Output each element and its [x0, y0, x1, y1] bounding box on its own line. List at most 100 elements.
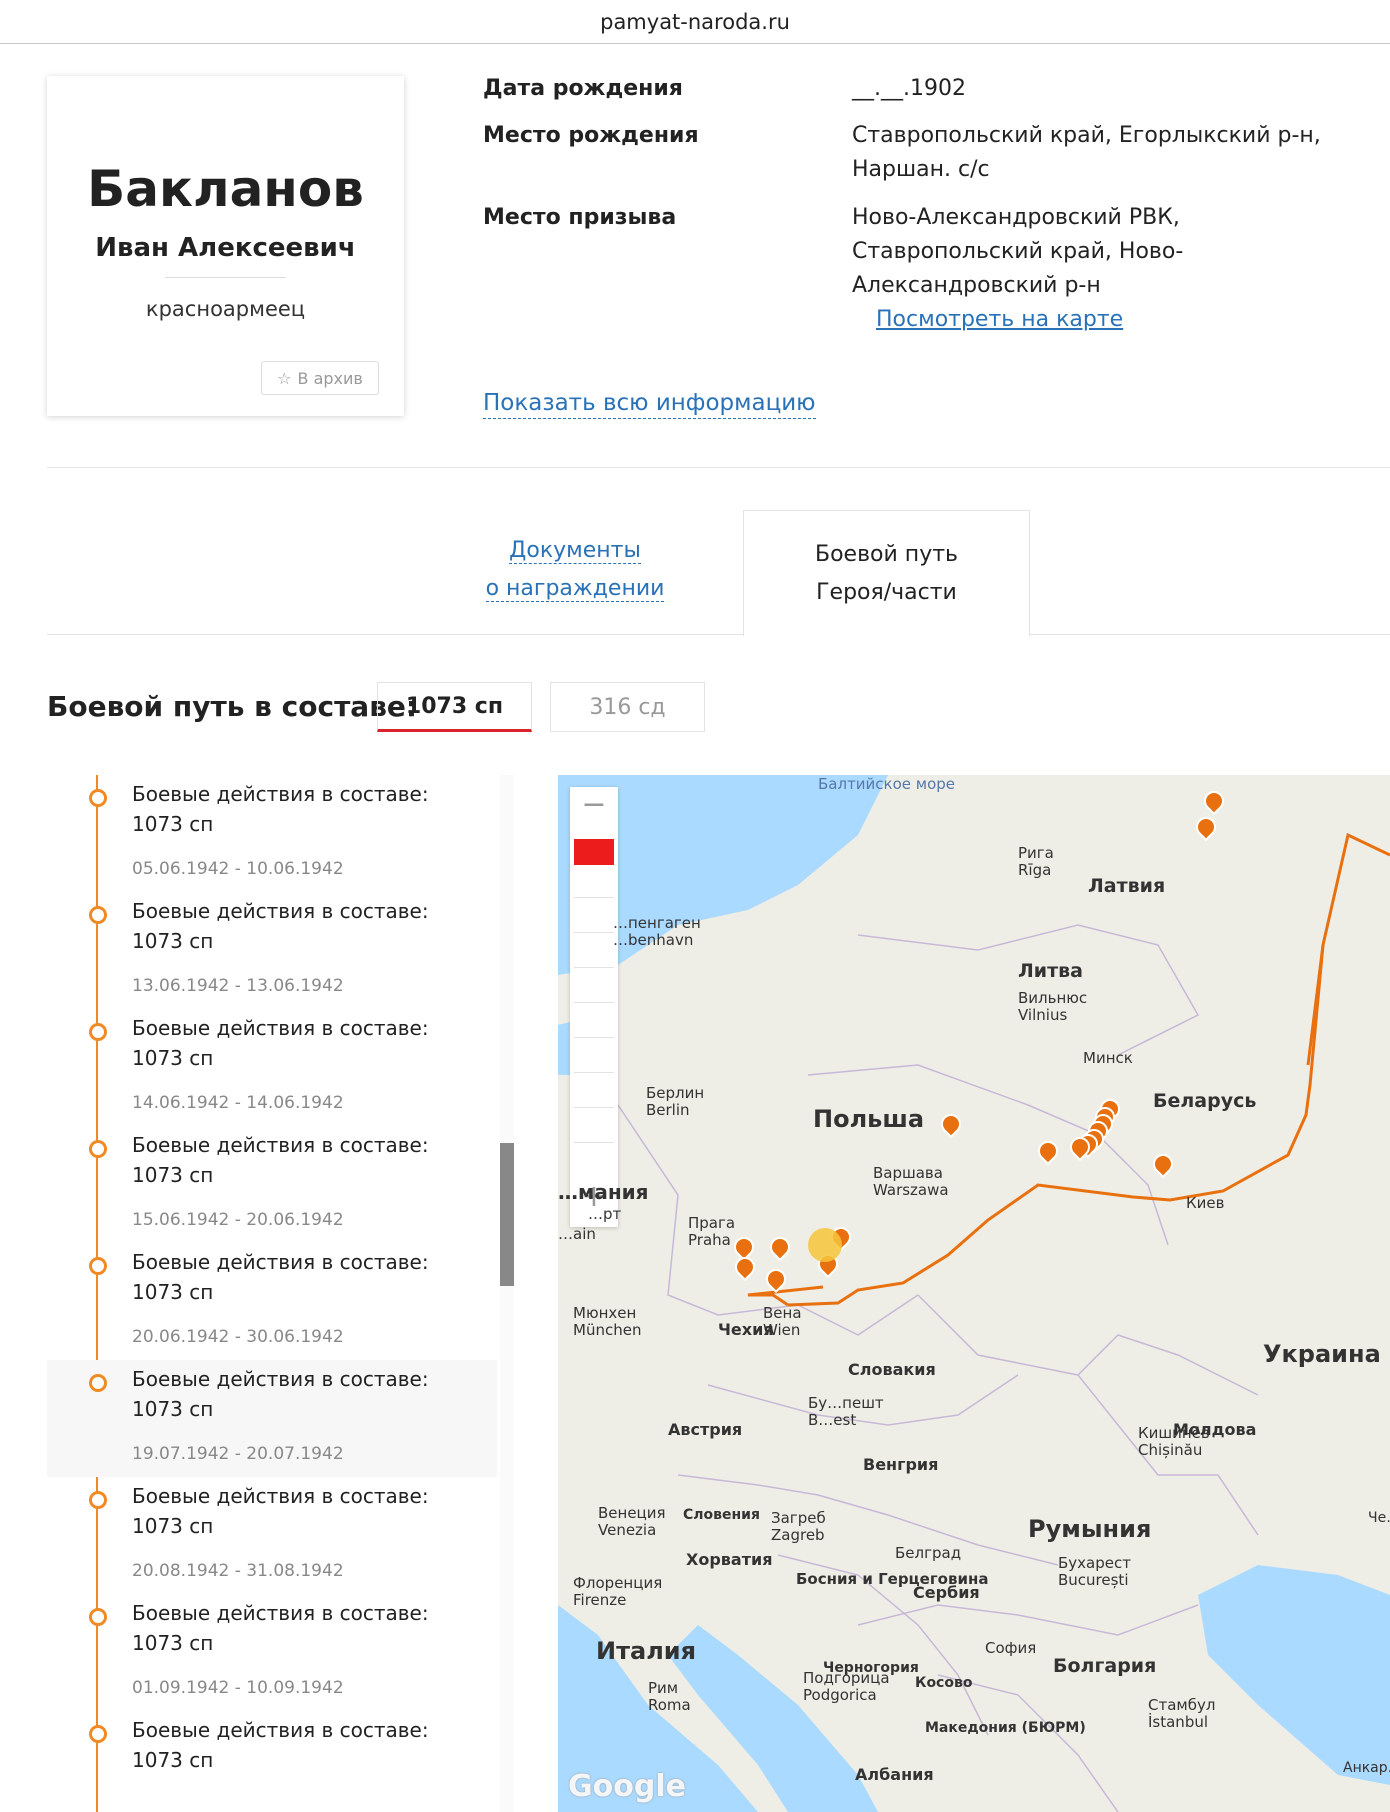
map-partial-label: Анкар… [1343, 1760, 1390, 1776]
timeline-item-dates: 05.06.1942 - 10.06.1942 [132, 859, 344, 879]
zoom-segment[interactable] [574, 967, 614, 968]
view-on-map-link[interactable]: Посмотреть на карте [852, 307, 1123, 332]
date-from: 05.06.1942 [132, 859, 230, 879]
marker-cluster-icon[interactable] [808, 1228, 842, 1262]
map-city-label: Вильнюс Vilnius [1018, 989, 1088, 1024]
timeline-item[interactable]: Боевые действия в составе: 1073 сп [47, 1711, 497, 1812]
map-city-label: Подгорица Podgorica [803, 1669, 890, 1704]
section-divider [47, 467, 1390, 468]
combat-path-label: Боевой путь в составе: [47, 690, 418, 723]
timeline-item-dates: 19.07.1942 - 20.07.1942 [132, 1444, 344, 1464]
timeline-item-dates: 01.09.1942 - 10.09.1942 [132, 1678, 344, 1698]
map-country-label: Албания [855, 1765, 934, 1784]
tabs-baseline [47, 634, 1390, 635]
map-city-label: Берлин Berlin [646, 1084, 705, 1119]
tab-combat-path[interactable]: Боевой путь Героя/части [743, 510, 1030, 636]
map-city-label: София [985, 1639, 1037, 1657]
timeline-item[interactable]: Боевые действия в составе: 1073 сп 20.06.… [47, 1243, 497, 1360]
timeline-dot [89, 1140, 107, 1158]
date-to: 30.06.1942 [246, 1327, 344, 1347]
browser-url-bar[interactable]: pamyat-naroda.ru [0, 0, 1390, 44]
timeline-dot [89, 906, 107, 924]
draft-place-text: Ново-Александровский РВК, Ставропольский… [852, 205, 1184, 298]
star-icon: ☆ [277, 368, 292, 388]
timeline-item-dates: 20.08.1942 - 31.08.1942 [132, 1561, 344, 1581]
unit-button-316[interactable]: 316 сд [550, 682, 705, 732]
map-city-label: Мюнхен München [573, 1304, 642, 1339]
map-country-label: Румыния [1028, 1515, 1152, 1543]
map-partial-label: Че… [1368, 1510, 1390, 1526]
map-city-label: Кишинёв Chișinău [1138, 1424, 1210, 1459]
zoom-segment[interactable] [574, 932, 614, 933]
archive-button[interactable]: ☆ В архив [261, 361, 379, 395]
map-country-label: Польша [813, 1105, 925, 1133]
map-country-label: Словакия [848, 1360, 936, 1379]
map-country-label: Литва [1018, 960, 1083, 982]
date-from: 20.08.1942 [132, 1561, 230, 1581]
date-from: 14.06.1942 [132, 1093, 230, 1113]
zoom-segment[interactable] [574, 1072, 614, 1073]
birth-date-label: Дата рождения [483, 76, 683, 101]
unit-button-1073[interactable]: 1073 сп [377, 682, 532, 732]
date-to: 14.06.1942 [246, 1093, 344, 1113]
map-country-label: Македония (БЮРМ) [925, 1720, 1086, 1736]
google-attribution: Google [568, 1769, 686, 1804]
timeline-item-title: Боевые действия в составе: 1073 сп [132, 782, 429, 836]
map-city-label: Стамбул İstanbul [1148, 1696, 1216, 1731]
timeline-item[interactable]: Боевые действия в составе: 1073 сп 15.06.… [47, 1126, 497, 1243]
date-to: 20.06.1942 [246, 1210, 344, 1230]
map-zoom-control[interactable]: − + [570, 787, 618, 1227]
zoom-segment[interactable] [574, 1107, 614, 1108]
timeline-item-title: Боевые действия в составе: 1073 сп [132, 1016, 429, 1070]
map-city-label: Белград [895, 1544, 962, 1562]
tab-combat-path-line2: Героя/части [816, 579, 957, 605]
timeline-item[interactable]: Боевые действия в составе: 1073 сп 14.06.… [47, 1009, 497, 1126]
map-city-label: Вена Wien [763, 1304, 802, 1339]
birth-place-label: Место рождения [483, 123, 699, 148]
zoom-level-indicator [574, 839, 614, 865]
date-from: 13.06.1942 [132, 976, 230, 996]
timeline-item-title: Боевые действия в составе: 1073 сп [132, 899, 429, 953]
timeline-item[interactable]: Боевые действия в составе: 1073 сп 01.09.… [47, 1594, 497, 1711]
zoom-segment[interactable] [574, 1037, 614, 1038]
timeline-dot [89, 1374, 107, 1392]
map-partial-label: Балтийское море [818, 775, 956, 793]
timeline-item[interactable]: Боевые действия в составе: 1073 сп 19.07.… [47, 1360, 497, 1477]
show-all-info-link[interactable]: Показать всю информацию [483, 388, 816, 419]
zoom-out-button[interactable]: − [570, 787, 618, 822]
zoom-segment[interactable] [574, 1002, 614, 1003]
combat-path-map[interactable]: − + Латвия Литва Беларусь Польша Украина Чехи… [558, 775, 1390, 1812]
date-to: 31.08.1942 [246, 1561, 344, 1581]
map-partial-label: …рт [588, 1205, 622, 1223]
zoom-segment[interactable] [574, 897, 614, 898]
map-city-label: Бу…пешт B…est [808, 1394, 884, 1429]
person-surname: Бакланов [87, 160, 364, 218]
date-from: 01.09.1942 [132, 1678, 230, 1698]
timeline-list: Боевые действия в составе: 1073 сп 05.06.… [47, 775, 517, 1812]
timeline-item[interactable]: Боевые действия в составе: 1073 сп 05.06.… [47, 775, 497, 892]
zoom-segment[interactable] [574, 1142, 614, 1143]
timeline-item[interactable]: Боевые действия в составе: 1073 сп 20.08.… [47, 1477, 497, 1594]
tab-award-documents-line2: о награждении [485, 576, 665, 602]
date-to: 13.06.1942 [246, 976, 344, 996]
map-city-label: Венеция Venezia [598, 1504, 666, 1539]
url-text: pamyat-naroda.ru [600, 9, 790, 34]
archive-button-label: В архив [297, 368, 363, 388]
map-country-label: Беларусь [1153, 1090, 1257, 1112]
timeline-item[interactable]: Боевые действия в составе: 1073 сп 13.06.… [47, 892, 497, 1009]
timeline-item-dates: 20.06.1942 - 30.06.1942 [132, 1327, 344, 1347]
map-country-label: Италия [596, 1637, 696, 1665]
timeline-item-dates: 14.06.1942 - 14.06.1942 [132, 1093, 344, 1113]
map-city-label: Бухарест București [1058, 1554, 1131, 1589]
map-partial-label: …мания [558, 1180, 649, 1204]
timeline-item-title: Боевые действия в составе: 1073 сп [132, 1133, 429, 1187]
birth-date-value: __.__.1902 [852, 76, 966, 101]
map-country-label: Венгрия [863, 1455, 939, 1474]
card-divider [165, 277, 286, 278]
map-partial-label: …ain [558, 1225, 596, 1243]
person-rank: красноармеец [145, 297, 306, 321]
tab-award-documents[interactable]: Документы о награждении [470, 532, 680, 608]
timeline-dot [89, 1023, 107, 1041]
map-country-label: Украина [1263, 1340, 1381, 1368]
birth-place-value: Ставропольский край, Егорлыкский р-н, На… [852, 123, 1321, 182]
